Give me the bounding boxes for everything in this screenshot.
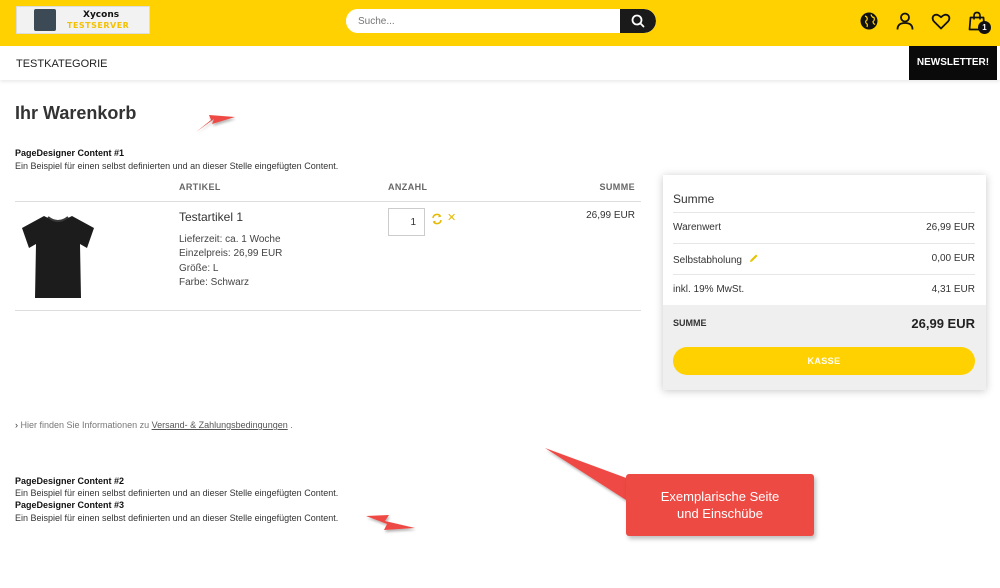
pagedesigner-content-1-title: PageDesigner Content #1	[15, 148, 125, 158]
arrow-to-content-1	[196, 115, 235, 132]
summary-value-shipping: 0,00 EUR	[931, 253, 975, 264]
nav-item-testkategorie[interactable]: TESTKATEGORIE	[16, 58, 107, 70]
pagedesigner-content-2-title: PageDesigner Content #2	[15, 476, 125, 486]
heart-icon	[931, 13, 951, 30]
shipping-info-line: › Hier finden Sie Informationen zu Versa…	[15, 420, 293, 430]
cart-button[interactable]: 1	[966, 10, 991, 34]
product-name[interactable]: Testartikel 1	[179, 210, 243, 224]
order-summary: Summe Warenwert 26,99 EUR Selbstabholung…	[663, 175, 986, 390]
wishlist-button[interactable]	[930, 10, 952, 32]
summary-value-vat: 4,31 EUR	[931, 284, 975, 295]
pagedesigner-content-1-text: Ein Beispiel für einen selbst definierte…	[15, 161, 339, 171]
product-color: Farbe: Schwarz	[179, 277, 250, 288]
summary-total-value: 26,99 EUR	[911, 316, 975, 331]
callout-line-1: Exemplarische Seite	[660, 489, 780, 504]
arrow-to-content-3	[366, 515, 415, 530]
info-suffix: .	[290, 420, 293, 430]
edit-pencil-icon[interactable]	[748, 253, 759, 264]
callout-line-2: und Einschübe	[676, 506, 763, 521]
table-divider-bottom	[15, 310, 641, 311]
shipping-method-label: Selbstabholung	[673, 255, 742, 266]
row-sum: 26,99 EUR	[586, 210, 635, 221]
globe-icon	[860, 12, 878, 30]
summary-title: Summe	[673, 192, 715, 206]
info-prefix: Hier finden Sie Informationen zu	[20, 420, 150, 430]
column-header-artikel: ARTIKEL	[179, 182, 221, 192]
table-divider-top	[15, 201, 641, 202]
newsletter-button[interactable]: NEWSLETTER!	[909, 46, 997, 80]
summary-label-vat: inkl. 19% MwSt.	[673, 284, 745, 295]
pagedesigner-content-2-text: Ein Beispiel für einen selbst definierte…	[15, 488, 339, 498]
search-input[interactable]	[346, 9, 620, 33]
summary-total-label: SUMME	[673, 318, 707, 328]
logo-text-primary: Xycons	[83, 10, 120, 20]
product-delivery-time: Lieferzeit: ca. 1 Woche	[179, 234, 281, 245]
top-header: Xycons TESTSERVER 1	[0, 0, 1000, 46]
logo[interactable]: Xycons TESTSERVER	[16, 6, 150, 34]
pagedesigner-content-3-text: Ein Beispiel für einen selbst definierte…	[15, 513, 339, 523]
account-button[interactable]	[894, 10, 916, 32]
user-icon	[896, 12, 914, 30]
search-icon	[631, 14, 645, 28]
column-header-summe: SUMME	[599, 182, 635, 192]
logo-icon	[34, 9, 56, 31]
product-unit-price: Einzelpreis: 26,99 EUR	[179, 248, 283, 259]
summary-divider	[673, 274, 975, 275]
search-button[interactable]	[620, 9, 656, 33]
search-bar	[346, 9, 656, 33]
page-title: Ihr Warenkorb	[15, 103, 137, 123]
summary-divider	[673, 243, 975, 244]
chevron-right-icon: ›	[15, 420, 18, 430]
pagedesigner-content-3-title: PageDesigner Content #3	[15, 500, 125, 510]
main-navigation: TESTKATEGORIE NEWSLETTER!	[0, 46, 1000, 80]
summary-value-warenwert: 26,99 EUR	[926, 222, 975, 233]
product-size: Größe: L	[179, 263, 219, 274]
summary-divider	[673, 212, 975, 213]
refresh-icon[interactable]	[431, 213, 443, 225]
cart-count-badge: 1	[978, 21, 991, 34]
checkout-button[interactable]: KASSE	[673, 347, 975, 375]
product-image[interactable]	[20, 214, 96, 300]
summary-label-warenwert: Warenwert	[673, 222, 721, 233]
remove-item-icon[interactable]: ✕	[447, 211, 456, 224]
shipping-terms-link[interactable]: Versand- & Zahlungsbedingungen	[152, 420, 288, 430]
quantity-input[interactable]	[388, 208, 425, 236]
annotation-callout: Exemplarische Seite und Einschübe	[626, 474, 814, 536]
summary-label-shipping[interactable]: Selbstabholung	[673, 253, 759, 266]
language-button[interactable]	[858, 10, 880, 32]
logo-text-secondary: TESTSERVER	[67, 21, 130, 30]
column-header-anzahl: ANZAHL	[388, 182, 428, 192]
